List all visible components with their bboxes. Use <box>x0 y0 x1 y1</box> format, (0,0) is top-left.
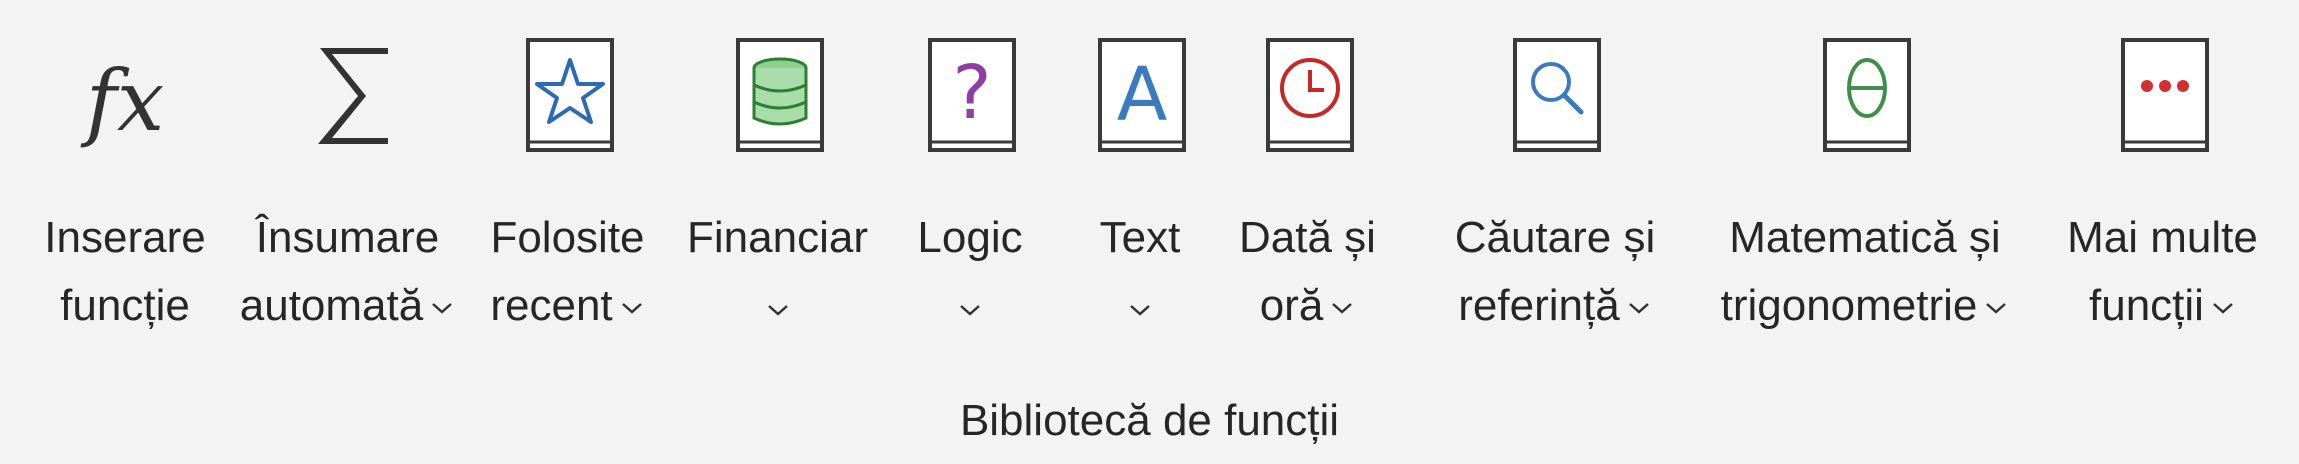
chevron-down-icon[interactable] <box>1127 272 1153 340</box>
chevron-down-icon[interactable] <box>619 298 645 318</box>
lookup-reference-label-line2: referință <box>1458 281 1620 330</box>
math-trig-button[interactable]: Matematică și trigonometrie <box>1695 0 2035 340</box>
date-time-label-line1: Dată și <box>1239 213 1376 262</box>
star-book-icon <box>508 30 628 160</box>
question-book-icon: ? <box>910 30 1030 160</box>
chevron-down-icon[interactable] <box>1329 298 1355 318</box>
letter-a-book-icon: A <box>1080 30 1200 160</box>
recently-used-label-line2: recent <box>490 281 613 330</box>
chevron-down-icon[interactable] <box>2210 298 2236 318</box>
chevron-down-icon[interactable] <box>957 272 983 340</box>
database-book-icon <box>718 30 838 160</box>
date-time-button[interactable]: Dată și oră <box>1225 0 1390 340</box>
svg-text:fx: fx <box>80 52 164 150</box>
more-functions-label-line2: funcții <box>2089 281 2204 330</box>
lookup-reference-button[interactable]: Căutare și referință <box>1440 0 1670 340</box>
theta-book-icon <box>1805 30 1925 160</box>
autosum-button[interactable]: Însumare automată <box>225 0 470 340</box>
recently-used-button[interactable]: Folosite recent <box>475 0 660 340</box>
autosum-label-line1: Însumare <box>255 213 440 262</box>
function-library-ribbon-group: fx Inserare funcție Însumare automată Fo… <box>0 0 2299 464</box>
search-book-icon <box>1495 30 1615 160</box>
financial-button[interactable]: Financiar <box>670 0 885 340</box>
insert-function-label-line1: Inserare <box>44 213 206 262</box>
more-functions-button[interactable]: Mai multe funcții <box>2045 0 2280 340</box>
chevron-down-icon[interactable] <box>765 272 791 340</box>
math-trig-label-line2: trigonometrie <box>1720 281 1978 330</box>
text-button[interactable]: A Text <box>1065 0 1215 340</box>
text-label: Text <box>1099 213 1181 262</box>
logical-button[interactable]: ? Logic <box>890 0 1050 340</box>
svg-text:?: ? <box>952 50 991 136</box>
sigma-icon <box>288 30 408 160</box>
function-fx-icon: fx <box>65 30 185 160</box>
lookup-reference-label-line1: Căutare și <box>1454 213 1656 262</box>
date-time-label-line2: oră <box>1259 281 1324 330</box>
ribbon-group-label: Bibliotecă de funcții <box>959 396 1340 445</box>
recently-used-label-line1: Folosite <box>490 213 645 262</box>
autosum-label-line2: automată <box>239 281 424 330</box>
insert-function-label-line2: funcție <box>60 281 190 330</box>
financial-label: Financiar <box>687 213 868 262</box>
logical-label: Logic <box>917 213 1023 262</box>
chevron-down-icon[interactable] <box>1983 298 2009 318</box>
clock-book-icon <box>1248 30 1368 160</box>
more-functions-label-line1: Mai multe <box>2067 213 2258 262</box>
insert-function-button[interactable]: fx Inserare funcție <box>30 0 220 340</box>
chevron-down-icon[interactable] <box>1626 298 1652 318</box>
math-trig-label-line1: Matematică și <box>1729 213 2001 262</box>
more-dots-book-icon <box>2103 30 2223 160</box>
svg-text:A: A <box>1117 52 1168 138</box>
chevron-down-icon[interactable] <box>429 298 455 318</box>
